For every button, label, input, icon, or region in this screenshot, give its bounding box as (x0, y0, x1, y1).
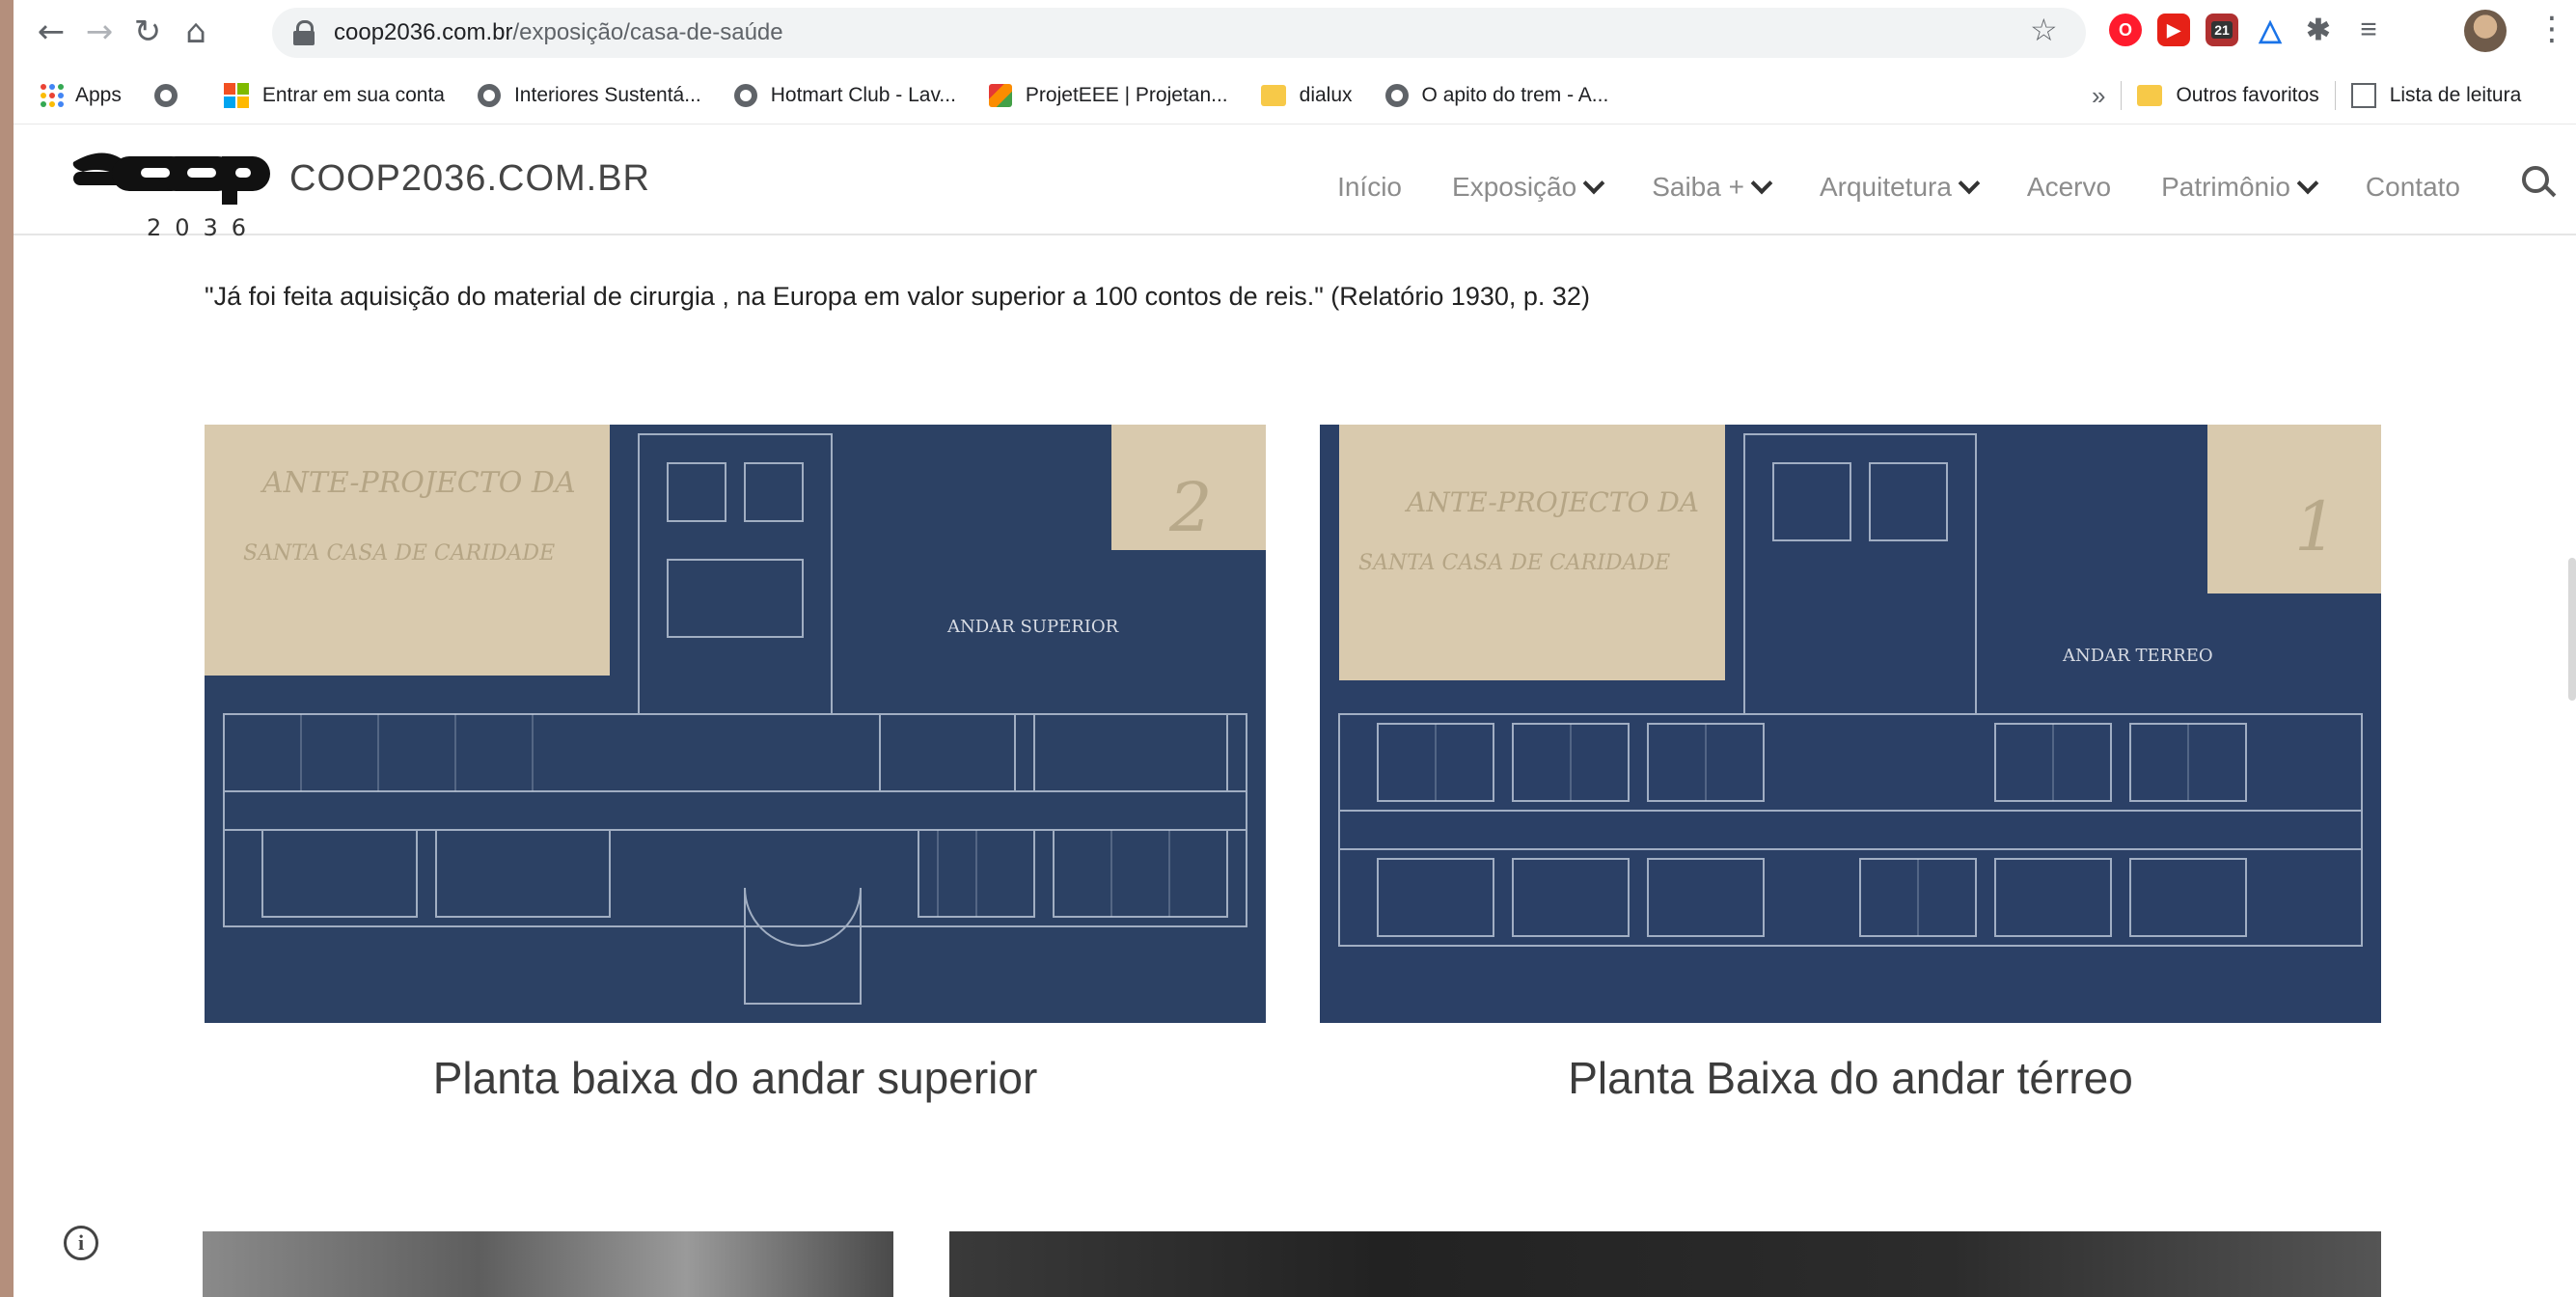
youtube-extension-icon[interactable]: ▶ (2157, 14, 2190, 46)
divider (2334, 81, 2336, 110)
bookmark-label: Apps (75, 84, 122, 106)
chevron-down-icon (1582, 172, 1605, 195)
caption-ground-floor: Planta Baixa do andar térreo (1568, 1053, 2133, 1103)
menu-exposicao[interactable]: Exposição (1452, 172, 1605, 203)
blueprint-drawing: ANTE-PROJECTO DA SANTA CASA DE CARIDADE … (205, 425, 1266, 1023)
globe-icon (477, 84, 501, 107)
profile-avatar[interactable] (2464, 10, 2507, 52)
site-title[interactable]: COOP2036.COM.BR (289, 158, 650, 200)
menu-acervo[interactable]: Acervo (2027, 172, 2111, 203)
menu-label: Contato (2365, 172, 2460, 202)
bookmark-apito[interactable]: O apito do trem - A... (1384, 84, 1609, 107)
url-path: /exposição/casa-de-saúde (512, 19, 783, 45)
reload-icon[interactable]: ↻ (123, 8, 172, 56)
plan-title-line2: SANTA CASA DE CARIDADE (1358, 551, 1670, 575)
address-bar[interactable]: coop2036.com.br/exposição/casa-de-saúde (272, 8, 2086, 58)
microsoft-icon (223, 83, 249, 108)
blueprint-image-ground-floor[interactable]: ANTE-PROJECTO DA SANTA CASA DE CARIDADE … (1320, 425, 2381, 1023)
browser-toolbar: ← → ↻ ⌂ coop2036.com.br/exposição/casa-d… (14, 0, 2576, 64)
historic-photo-left[interactable] (203, 1231, 893, 1297)
menu-label: Exposição (1452, 172, 1577, 202)
playlist-icon[interactable]: ≡ (2352, 14, 2385, 46)
bookmark-star-icon[interactable]: ☆ (2030, 12, 2058, 48)
sheet-number: 1 (2294, 487, 2338, 566)
page-quote: "Já foi feita aquisição do material de c… (205, 282, 1590, 311)
chevron-down-icon (1750, 172, 1773, 195)
plan-title-line2: SANTA CASA DE CARIDADE (243, 541, 555, 566)
menu-label: Início (1337, 172, 1403, 202)
bookmark-projeteee[interactable]: ProjetEEE | Projetan... (988, 84, 1228, 107)
folder-icon (2137, 85, 2163, 106)
puzzle-extensions-icon[interactable]: ✱ (2302, 14, 2335, 46)
blueprint-drawing: ANTE-PROJECTO DA SANTA CASA DE CARIDADE … (1320, 425, 2381, 1023)
lock-icon (293, 20, 315, 45)
menu-label: Acervo (2026, 172, 2112, 202)
bookmark-hotmart[interactable]: Hotmart Club - Lav... (733, 84, 956, 107)
plan-title-line1: ANTE-PROJECTO DA (1404, 486, 1699, 518)
search-icon[interactable] (2518, 162, 2557, 201)
bookmark-globe[interactable] (153, 84, 191, 107)
main-menu: Início Exposição Saiba + Arquitetura Ace… (1287, 172, 2518, 203)
reading-list-button[interactable]: Lista de leitura (2390, 84, 2522, 107)
projeteee-icon (988, 84, 1012, 107)
site-logo[interactable]: 2036 (64, 143, 276, 241)
scrollbar-thumb[interactable] (2568, 558, 2576, 701)
globe-icon (733, 84, 757, 107)
floor-label: ANDAR SUPERIOR (946, 617, 1119, 637)
bookmark-label: Interiores Sustentá... (513, 84, 701, 106)
bookmark-label: Entrar em sua conta (261, 84, 445, 106)
kebab-menu-icon[interactable]: ⋮ (2535, 10, 2568, 48)
bookmark-interiores[interactable]: Interiores Sustentá... (477, 84, 701, 107)
bookmark-label: dialux (1299, 84, 1353, 106)
menu-label: Arquitetura (1819, 172, 1952, 202)
extension-badge: 21 (2211, 21, 2233, 39)
forward-arrow-icon[interactable]: → (75, 8, 123, 56)
sheet-number: 2 (1168, 468, 1213, 547)
menu-saiba[interactable]: Saiba + (1652, 172, 1773, 203)
opera-extension-icon[interactable]: O (2109, 14, 2142, 46)
bookmark-microsoft[interactable]: Entrar em sua conta (223, 83, 445, 108)
calendar-extension-icon[interactable]: 21 (2206, 14, 2238, 46)
folder-icon (1260, 85, 1286, 106)
reading-list-icon (2350, 83, 2376, 108)
bookmarks-right: » Outros favoritos Lista de leitura (2092, 68, 2521, 124)
back-arrow-icon[interactable]: ← (27, 8, 75, 56)
logo-number: 2036 (147, 214, 260, 241)
bookmark-label: ProjetEEE | Projetan... (1025, 84, 1228, 106)
other-favorites-button[interactable]: Outros favoritos (2176, 84, 2318, 107)
browser-window: ← → ↻ ⌂ coop2036.com.br/exposição/casa-d… (14, 0, 2576, 1297)
bookmark-label: O apito do trem - A... (1421, 84, 1609, 106)
plan-title-line1: ANTE-PROJECTO DA (260, 466, 576, 500)
url-host: coop2036.com.br (334, 19, 513, 45)
drive-extension-icon[interactable]: △ (2254, 14, 2287, 46)
globe-icon (153, 84, 178, 107)
blueprint-image-upper-floor[interactable]: ANTE-PROJECTO DA SANTA CASA DE CARIDADE … (205, 425, 1266, 1023)
menu-label: Patrimônio (2161, 172, 2290, 202)
menu-inicio[interactable]: Início (1337, 172, 1402, 203)
floor-label: ANDAR TERREO (2062, 646, 2213, 666)
globe-icon (1384, 84, 1409, 107)
divider (2121, 81, 2123, 110)
bookmark-apps[interactable]: Apps (41, 84, 122, 107)
menu-contato[interactable]: Contato (2366, 172, 2460, 203)
menu-arquitetura[interactable]: Arquitetura (1819, 172, 1981, 203)
bookmark-label: Hotmart Club - Lav... (770, 84, 956, 106)
chevron-down-icon (1958, 172, 1981, 195)
url-text: coop2036.com.br/exposição/casa-de-saúde (334, 19, 783, 46)
chevron-down-icon (2296, 172, 2319, 195)
historic-photo-right[interactable] (949, 1231, 2381, 1297)
apps-grid-icon (41, 84, 64, 107)
site-header: 2036 COOP2036.COM.BR Início Exposição Sa… (14, 125, 2576, 241)
bookmark-dialux[interactable]: dialux (1260, 84, 1353, 107)
menu-label: Saiba + (1652, 172, 1744, 202)
coop-logo-icon (72, 152, 270, 205)
bookmarks-overflow-button[interactable]: » (2092, 81, 2105, 111)
bookmarks-bar: Apps Entrar em sua conta Interiores Sust… (14, 68, 2576, 124)
menu-patrimonio[interactable]: Patrimônio (2161, 172, 2319, 203)
caption-upper-floor: Planta baixa do andar superior (432, 1053, 1038, 1103)
info-icon[interactable]: i (64, 1226, 98, 1260)
home-icon[interactable]: ⌂ (172, 8, 220, 56)
